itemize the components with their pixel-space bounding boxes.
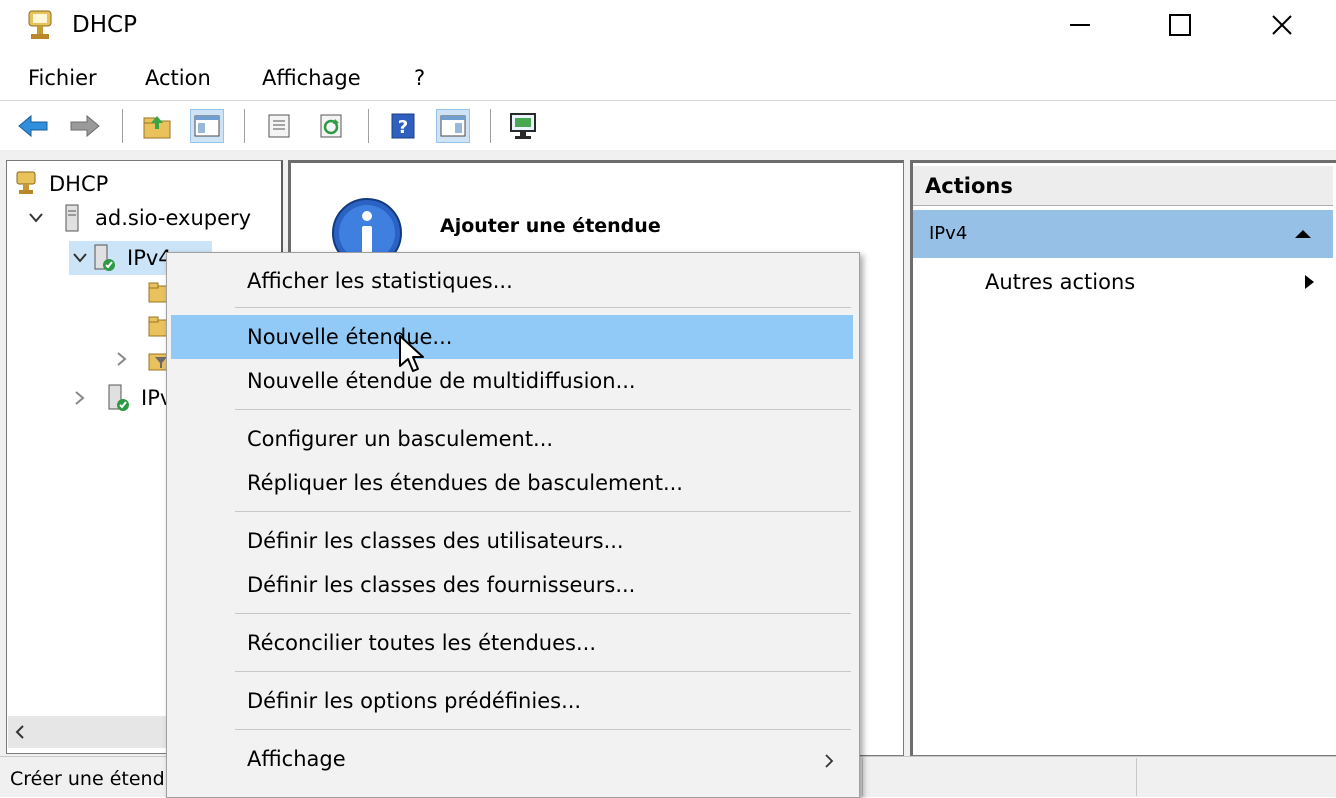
actions-header: Actions <box>913 166 1333 206</box>
tree-label: DHCP <box>49 172 109 196</box>
tree-label: IPv4 <box>127 246 172 270</box>
action-pane-icon <box>440 115 466 137</box>
dhcp-icon <box>16 171 36 194</box>
toolbar-separator <box>368 109 369 143</box>
toolbar: ? <box>0 100 1336 151</box>
server-icon <box>65 204 79 232</box>
tree-node-dhcp[interactable]: DHCP <box>13 167 108 201</box>
menu-item-classes-utilisateurs[interactable]: Définir les classes des utilisateurs... <box>171 519 853 563</box>
status-text: Créer une étendue <box>10 768 189 790</box>
menu-separator <box>235 409 851 410</box>
maximize-button[interactable] <box>1150 0 1210 50</box>
menu-item-repliquer-etendues[interactable]: Répliquer les étendues de basculement... <box>171 461 853 505</box>
tree-node-server[interactable]: ad.sio-exupery <box>25 201 251 235</box>
menu-item-classes-fournisseurs[interactable]: Définir les classes des fournisseurs... <box>171 563 853 607</box>
show-hide-console-tree-button[interactable] <box>190 109 224 143</box>
menu-item-configurer-basculement[interactable]: Configurer un basculement... <box>171 417 853 461</box>
menu-separator <box>235 307 851 308</box>
maximize-icon <box>1169 14 1191 36</box>
actions-section-ipv4[interactable]: IPv4 <box>913 210 1333 258</box>
menu-affichage[interactable]: Affichage <box>262 64 361 92</box>
chevron-right-icon[interactable] <box>69 387 91 409</box>
back-arrow-icon <box>18 114 48 138</box>
ipv6-server-icon <box>108 384 129 411</box>
toolbar-separator <box>244 109 245 143</box>
window-title: DHCP <box>72 12 137 38</box>
menu-item-options-predefinies[interactable]: Définir les options prédéfinies... <box>171 679 853 723</box>
scroll-left-icon[interactable] <box>8 716 32 748</box>
menu-item-nouvelle-etendue[interactable]: Nouvelle étendue... <box>171 315 853 359</box>
forward-arrow-icon <box>70 114 100 138</box>
properties-button[interactable] <box>262 109 296 143</box>
tree-label: ad.sio-exupery <box>95 206 252 230</box>
minimize-icon <box>1070 24 1090 26</box>
chevron-right-icon <box>825 754 834 768</box>
chevron-down-icon[interactable] <box>25 207 47 229</box>
menu-bar: Fichier Action Affichage ? <box>0 56 1336 100</box>
menu-separator <box>235 613 851 614</box>
menu-action[interactable]: Action <box>145 64 211 92</box>
menu-item-affichage[interactable]: Affichage <box>171 737 853 781</box>
menu-fichier[interactable]: Fichier <box>28 64 97 92</box>
menu-item-label: Affichage <box>247 747 346 771</box>
back-button[interactable] <box>16 109 50 143</box>
help-icon: ? <box>391 113 415 139</box>
context-menu: Afficher les statistiques... Nouvelle ét… <box>166 252 860 798</box>
refresh-button[interactable] <box>314 109 348 143</box>
menu-separator <box>235 671 851 672</box>
help-button[interactable]: ? <box>386 109 420 143</box>
console-tree-icon <box>194 115 220 137</box>
chevron-down-icon[interactable] <box>69 247 91 269</box>
mouse-cursor-icon <box>398 334 426 374</box>
actions-section-label: IPv4 <box>929 223 968 244</box>
server-display-button[interactable] <box>506 109 540 143</box>
dhcp-app-icon <box>22 8 58 44</box>
close-button[interactable] <box>1252 0 1312 50</box>
menu-item-afficher-statistiques[interactable]: Afficher les statistiques... <box>171 259 853 303</box>
triangle-right-icon <box>1305 275 1314 289</box>
svg-text:?: ? <box>398 117 408 138</box>
toolbar-separator <box>490 109 491 143</box>
info-title: Ajouter une étendue <box>440 215 661 237</box>
collapse-up-icon[interactable] <box>1293 228 1313 240</box>
up-level-button[interactable] <box>140 109 174 143</box>
refresh-icon <box>320 114 342 138</box>
status-cell <box>862 758 1137 796</box>
show-hide-action-pane-button[interactable] <box>436 109 470 143</box>
close-icon <box>1272 15 1292 35</box>
menu-item-nouvelle-etendue-multidiffusion[interactable]: Nouvelle étendue de multidiffusion... <box>171 359 853 403</box>
actions-more-label: Autres actions <box>985 270 1136 294</box>
status-cell <box>1136 758 1336 796</box>
toolbar-separator <box>122 109 123 143</box>
actions-more-item[interactable]: Autres actions <box>913 262 1333 302</box>
menu-separator <box>235 511 851 512</box>
ipv4-server-icon <box>94 244 115 271</box>
menu-item-reconcilier-etendues[interactable]: Réconcilier toutes les étendues... <box>171 621 853 665</box>
menu-help[interactable]: ? <box>414 64 425 92</box>
folder-up-icon <box>143 116 171 139</box>
menu-separator <box>235 729 851 730</box>
forward-button[interactable] <box>68 109 102 143</box>
title-bar <box>0 0 1336 52</box>
minimize-button[interactable] <box>1050 0 1110 50</box>
monitor-icon <box>510 113 536 139</box>
chevron-right-icon[interactable] <box>115 351 129 371</box>
tree-horizontal-scrollbar[interactable] <box>8 716 168 748</box>
properties-icon <box>268 114 290 138</box>
